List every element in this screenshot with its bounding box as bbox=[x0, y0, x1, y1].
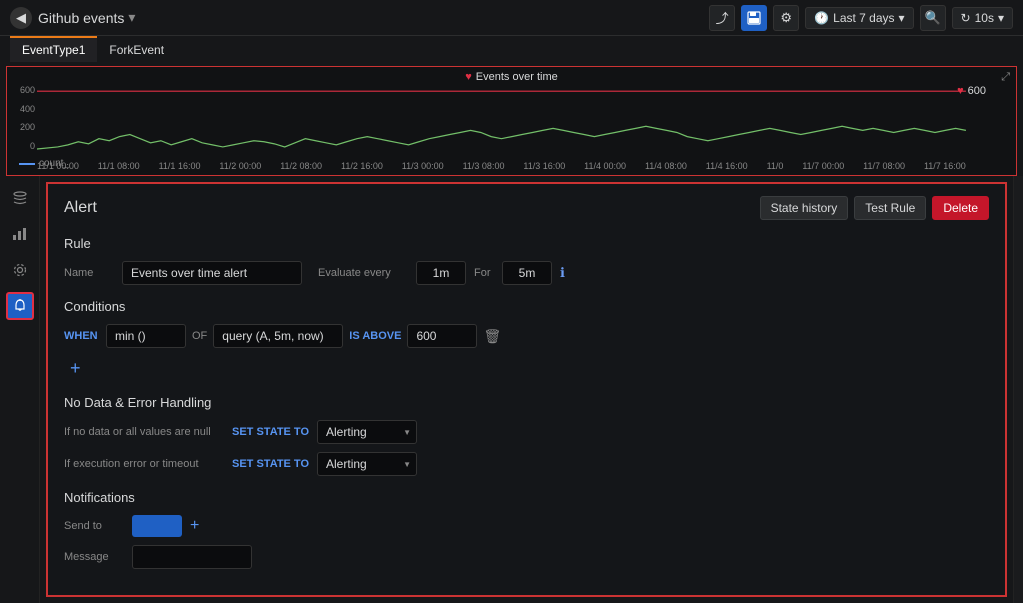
no-data-label-1: If no data or all values are null bbox=[64, 426, 224, 438]
conditions-section: Conditions WHEN min () OF query (A, 5m, … bbox=[64, 299, 989, 381]
tab-eventtype1[interactable]: EventType1 bbox=[10, 36, 97, 62]
test-rule-button[interactable]: Test Rule bbox=[854, 196, 926, 220]
notifications-section: Notifications Send to + Message bbox=[64, 490, 989, 569]
message-row: Message bbox=[64, 545, 989, 569]
delete-condition-button[interactable]: 🗑 bbox=[483, 328, 501, 345]
name-input[interactable] bbox=[122, 261, 302, 285]
sidebar-icon-settings[interactable] bbox=[6, 256, 34, 284]
alert-buttons: State history Test Rule Delete bbox=[760, 196, 989, 220]
chart-value: 600 bbox=[968, 85, 986, 97]
no-data-section: No Data & Error Handling If no data or a… bbox=[64, 395, 989, 476]
top-bar-left: ◀ Github events ▾ bbox=[10, 7, 135, 29]
chart-container: ♥ Events over time ⤢ ♥ 600 600 400 200 0… bbox=[6, 66, 1017, 176]
sidebar-icon-alert[interactable] bbox=[6, 292, 34, 320]
dashboard-title: Github events ▾ bbox=[38, 9, 135, 26]
send-to-label: Send to bbox=[64, 520, 124, 532]
message-input[interactable] bbox=[132, 545, 252, 569]
legend-line bbox=[19, 163, 35, 165]
sidebar bbox=[0, 176, 40, 603]
rule-section-title: Rule bbox=[64, 236, 989, 251]
state-select-2[interactable]: Alerting No Data Keep State OK bbox=[317, 452, 417, 476]
sidebar-icon-chart[interactable] bbox=[6, 220, 34, 248]
threshold-input[interactable] bbox=[407, 324, 477, 348]
search-button[interactable]: 🔍 bbox=[920, 5, 946, 31]
conditions-section-title: Conditions bbox=[64, 299, 989, 314]
notif-tag bbox=[132, 515, 182, 537]
send-to-row: Send to + bbox=[64, 515, 989, 537]
state-select-wrapper-1: Alerting No Data Keep State OK bbox=[317, 420, 417, 444]
info-icon[interactable]: ℹ bbox=[560, 265, 565, 281]
when-label: WHEN bbox=[64, 330, 100, 342]
name-label: Name bbox=[64, 267, 114, 279]
sidebar-icon-layers[interactable] bbox=[6, 184, 34, 212]
clock-icon: 🕐 bbox=[814, 11, 829, 25]
of-label: OF bbox=[192, 330, 207, 342]
dashboard-title-text: Github events bbox=[38, 10, 124, 26]
bell-icon bbox=[12, 298, 28, 314]
state-select-1[interactable]: Alerting No Data Keep State OK bbox=[317, 420, 417, 444]
query-select[interactable]: query (A, 5m, now) bbox=[213, 324, 343, 348]
chart-heart-icon: ♥ bbox=[465, 71, 472, 83]
add-condition-row: + bbox=[64, 356, 989, 381]
alert-title: Alert bbox=[64, 199, 97, 217]
title-dropdown-icon[interactable]: ▾ bbox=[128, 9, 135, 26]
no-data-label-2: If execution error or timeout bbox=[64, 458, 224, 470]
evaluate-input[interactable] bbox=[416, 261, 466, 285]
no-data-section-title: No Data & Error Handling bbox=[64, 395, 989, 410]
chart-expand-icon[interactable]: ⤢ bbox=[1001, 71, 1010, 84]
settings-button[interactable]: ⚙ bbox=[773, 5, 799, 31]
chart-x-axis: 11/1 00:00 11/1 08:00 11/1 16:00 11/2 00… bbox=[37, 161, 966, 171]
set-state-label-2: SET STATE TO bbox=[232, 458, 309, 470]
save-button[interactable] bbox=[741, 5, 767, 31]
save-icon bbox=[747, 11, 761, 25]
right-scrollbar[interactable] bbox=[1013, 176, 1023, 603]
chart-icon bbox=[12, 226, 28, 242]
time-range-arrow: ▾ bbox=[899, 11, 905, 25]
chart-y-axis: 600 400 200 0 bbox=[7, 85, 37, 151]
back-button[interactable]: ◀ bbox=[10, 7, 32, 29]
add-condition-button[interactable]: + bbox=[64, 356, 87, 381]
rule-row: Name Evaluate every For ℹ bbox=[64, 261, 989, 285]
state-history-button[interactable]: State history bbox=[760, 196, 849, 220]
refresh-icon: ↻ bbox=[961, 11, 971, 25]
main-content: Alert State history Test Rule Delete Rul… bbox=[0, 176, 1023, 603]
chart-title: ♥ Events over time bbox=[465, 71, 557, 83]
time-range-label: Last 7 days bbox=[833, 11, 894, 25]
tabs-bar: EventType1 ForkEvent bbox=[0, 36, 1023, 62]
alert-panel: Alert State history Test Rule Delete Rul… bbox=[46, 182, 1007, 597]
tab-forkevent[interactable]: ForkEvent bbox=[97, 36, 176, 62]
notifications-section-title: Notifications bbox=[64, 490, 989, 505]
chart-legend: count_ bbox=[19, 158, 69, 169]
interval-label: 10s bbox=[975, 11, 994, 25]
for-label: For bbox=[474, 267, 494, 279]
delete-button[interactable]: Delete bbox=[932, 196, 989, 220]
is-above-label: IS ABOVE bbox=[349, 330, 401, 342]
evaluate-label: Evaluate every bbox=[318, 267, 408, 279]
share-button[interactable]: ⤴ bbox=[709, 5, 735, 31]
top-bar-right: ⤴ ⚙ 🕐 Last 7 days ▾ 🔍 ↻ 10s ▾ bbox=[709, 5, 1013, 31]
add-notification-button[interactable]: + bbox=[190, 517, 199, 535]
no-data-row-2: If execution error or timeout SET STATE … bbox=[64, 452, 989, 476]
alert-panel-header: Alert State history Test Rule Delete bbox=[64, 196, 989, 220]
no-data-row-1: If no data or all values are null SET ST… bbox=[64, 420, 989, 444]
chart-svg bbox=[37, 85, 966, 155]
rule-section: Rule Name Evaluate every For ℹ bbox=[64, 236, 989, 285]
refresh-button[interactable]: ↻ 10s ▾ bbox=[952, 7, 1013, 29]
condition-row: WHEN min () OF query (A, 5m, now) IS ABO… bbox=[64, 324, 989, 348]
top-bar: ◀ Github events ▾ ⤴ ⚙ 🕐 Last 7 days ▾ 🔍 … bbox=[0, 0, 1023, 36]
time-range-button[interactable]: 🕐 Last 7 days ▾ bbox=[805, 7, 913, 29]
state-select-wrapper-2: Alerting No Data Keep State OK bbox=[317, 452, 417, 476]
set-state-label-1: SET STATE TO bbox=[232, 426, 309, 438]
message-label: Message bbox=[64, 551, 124, 563]
for-input[interactable] bbox=[502, 261, 552, 285]
gear-icon bbox=[12, 262, 28, 278]
function-select[interactable]: min () bbox=[106, 324, 186, 348]
layers-icon bbox=[12, 190, 28, 206]
interval-arrow: ▾ bbox=[998, 11, 1004, 25]
